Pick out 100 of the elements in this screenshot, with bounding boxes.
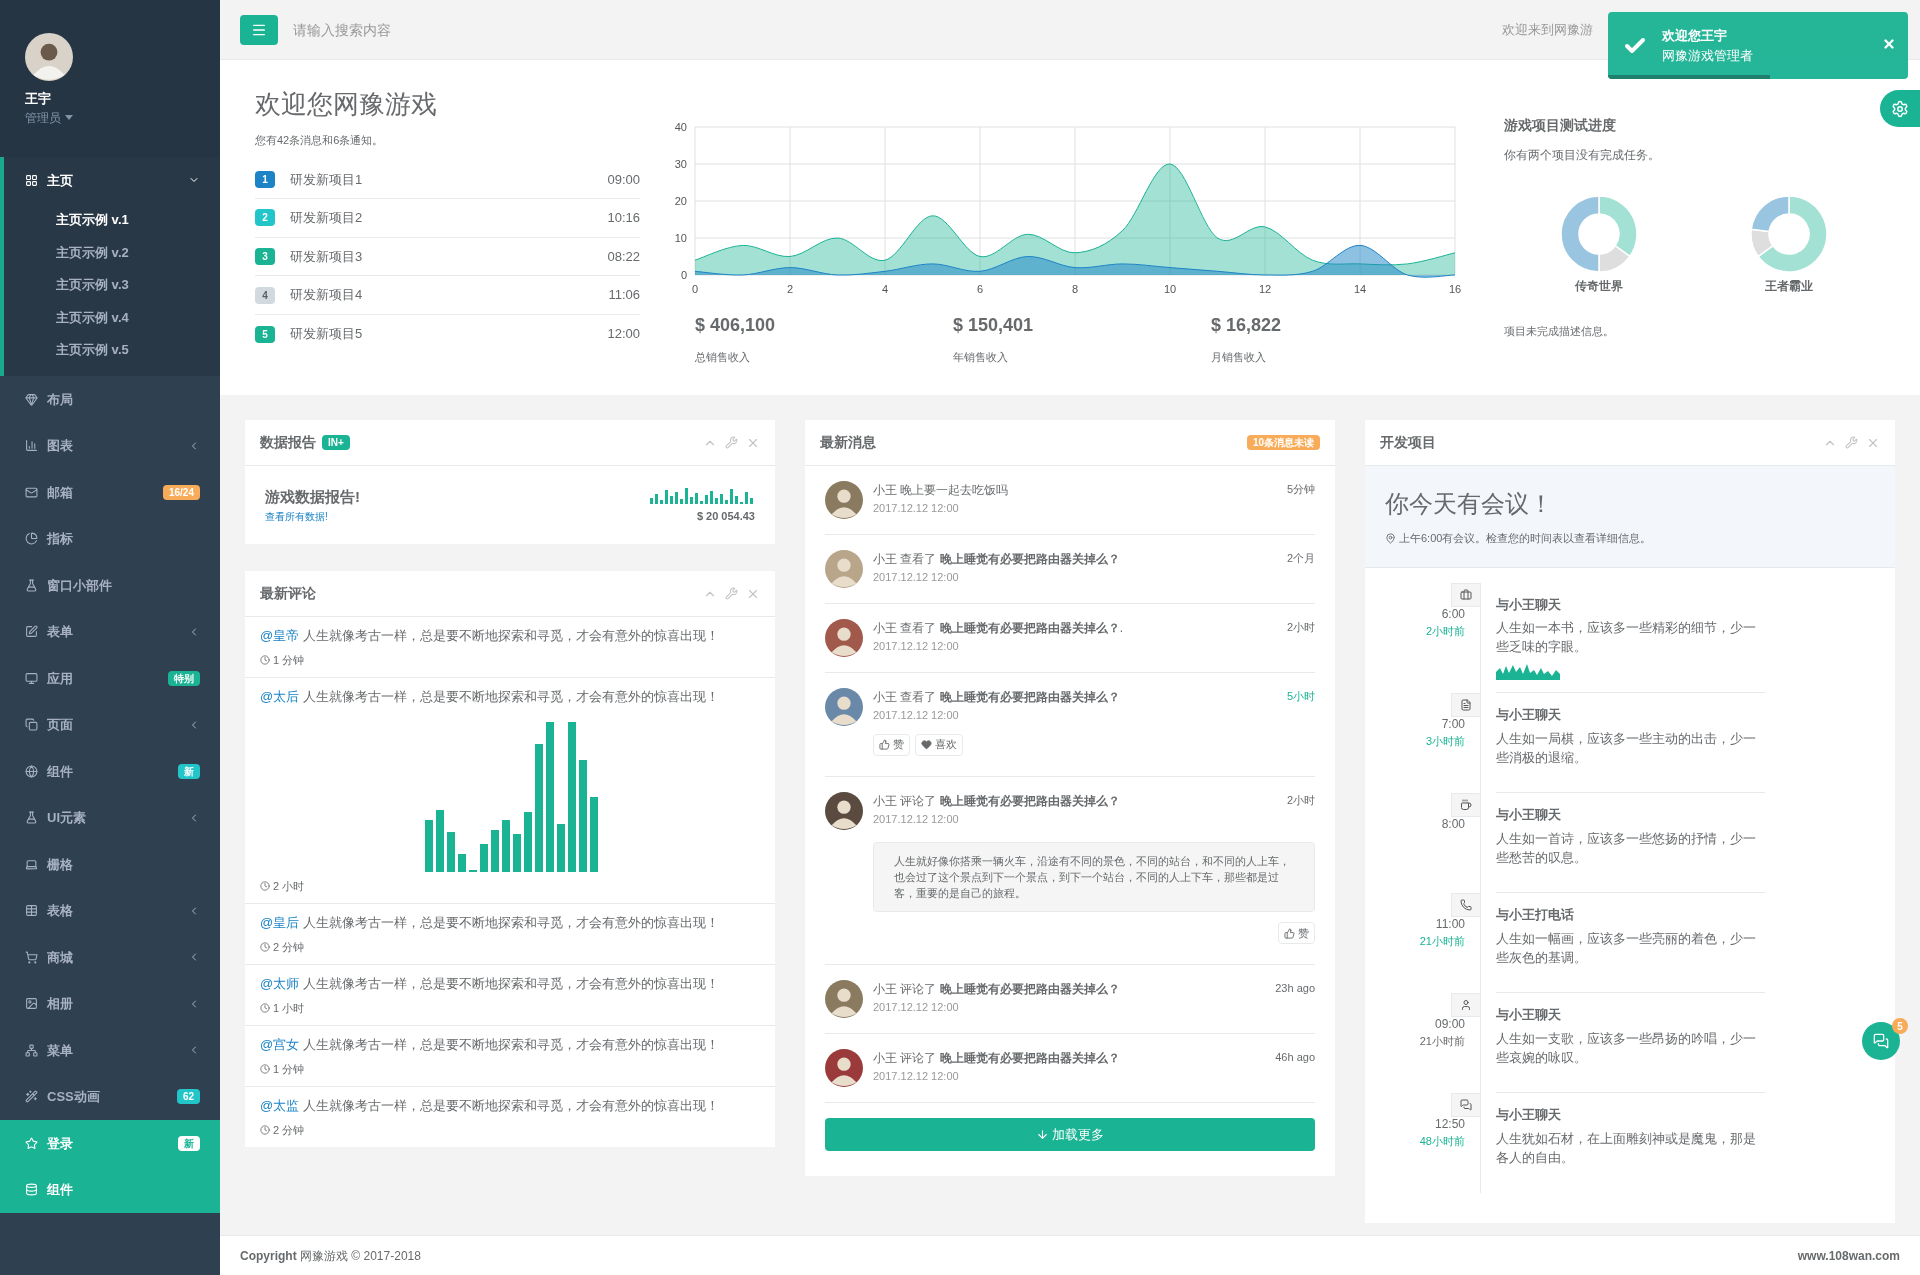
comment-text: @皇后 人生就像考古一样，总是要不断地探索和寻觅，才会有意外的惊喜出现！	[260, 914, 720, 932]
axis-label: 0	[680, 269, 687, 281]
clock-icon	[260, 1124, 270, 1135]
nav-item[interactable]: 指标	[0, 515, 220, 562]
stat-value: $ 150,401	[953, 314, 1035, 337]
avatar	[825, 688, 863, 726]
nav-item[interactable]: 组件	[0, 1166, 220, 1213]
nav-item[interactable]: 组件 新	[0, 748, 220, 795]
nav-badge: 特别	[168, 670, 200, 686]
nav-item[interactable]: 图表	[0, 422, 220, 469]
axis-label: 14	[1353, 283, 1367, 295]
number-badge: 2	[255, 209, 275, 227]
thumbs-up-icon	[1284, 927, 1295, 939]
message-date: 2017.12.12 12:00	[873, 570, 960, 585]
settings-icon	[1891, 99, 1909, 118]
mail-icon	[25, 485, 38, 499]
mention-link[interactable]: @皇后	[260, 915, 300, 930]
clock-icon	[260, 654, 270, 665]
project-name[interactable]: 研发新项目1	[290, 169, 363, 190]
mention-link[interactable]: @宫女	[260, 1037, 300, 1052]
profile-role[interactable]: 管理员	[25, 108, 61, 127]
axis-label: 10	[1163, 283, 1177, 295]
message-quote: 人生就好像你搭乘一辆火车，沿途有不同的景色，不同的站台，和不同的人上车，也会过了这个景点到下一个景点，到下一个站台，不同的人上下车，那些都是过客，重要的是自己的旅程。	[873, 842, 1315, 912]
nav-subitem[interactable]: 主页示例 v.5	[4, 333, 220, 366]
search-field[interactable]: 请输入搜索内容	[293, 14, 593, 45]
table-icon	[25, 904, 38, 918]
settings-button[interactable]	[1880, 90, 1920, 127]
event-time: 09:00	[1434, 1016, 1465, 1033]
project-name[interactable]: 研发新项目4	[290, 285, 363, 305]
load-more-button[interactable]: 加载更多	[825, 1118, 1315, 1151]
axis-label: 6	[976, 283, 984, 295]
caret-icon[interactable]	[65, 115, 73, 120]
mention-link[interactable]: @皇帝	[260, 628, 300, 643]
project-name[interactable]: 研发新项目5	[290, 324, 363, 344]
progress-title: 游戏项目测试进度	[1504, 116, 1617, 135]
mention-link[interactable]: @太师	[260, 976, 300, 991]
project-name[interactable]: 研发新项目3	[290, 246, 363, 267]
event-title: 与小王聊天	[1496, 1106, 1562, 1124]
message-date: 2017.12.12 12:00	[873, 1069, 960, 1084]
nav-item[interactable]: 登录 新	[0, 1120, 220, 1167]
nav-subitem[interactable]: 主页示例 v.4	[4, 301, 220, 334]
nav-item[interactable]: 表单	[0, 608, 220, 655]
nav-subitem[interactable]: 主页示例 v.1	[4, 203, 220, 236]
nav-item[interactable]: 菜单	[0, 1027, 220, 1074]
progress-note: 项目未完成描述信息。	[1504, 324, 1615, 339]
comment-time: 1 分钟	[273, 652, 305, 668]
nav-subitem[interactable]: 主页示例 v.2	[4, 236, 220, 269]
nav-item[interactable]: 相册	[0, 980, 220, 1027]
axis-label: 20	[674, 195, 687, 207]
bar-chart-icon	[25, 439, 38, 453]
avatar	[825, 619, 863, 657]
message-age: 2小时	[1286, 620, 1315, 635]
close-icon[interactable]	[1882, 37, 1896, 51]
comment-time: 1 分钟	[273, 1061, 305, 1077]
wrench-icon[interactable]	[725, 586, 738, 600]
chat-icon	[1873, 1033, 1889, 1049]
event-title: 与小王聊天	[1496, 1006, 1562, 1024]
mention-link[interactable]: @太后	[260, 689, 300, 704]
nav-item[interactable]: 布局	[0, 376, 220, 423]
nav-item[interactable]: 应用 特别	[0, 655, 220, 702]
nav-item[interactable]: 窗口小部件	[0, 562, 220, 609]
flask-icon	[25, 578, 38, 592]
nav-item[interactable]: 页面	[0, 701, 220, 748]
toast-title: 欢迎您王宇	[1662, 27, 1728, 45]
axis-label: 40	[674, 121, 687, 133]
unread-badge: 10条消息未读	[1246, 435, 1320, 450]
axis-label: 10	[674, 232, 687, 244]
menu-button[interactable]	[240, 14, 278, 45]
comment-time: 2 小时	[273, 878, 305, 894]
love-button[interactable]: 喜欢	[915, 733, 963, 756]
nav-item[interactable]: 商城	[0, 934, 220, 981]
mention-link[interactable]: @太监	[260, 1098, 300, 1113]
number-badge: 1	[255, 170, 275, 188]
alert-title: 你今天有会议！	[1385, 489, 1554, 519]
nav-item[interactable]: CSS动画 62	[0, 1073, 220, 1120]
nav-subitem[interactable]: 主页示例 v.3	[4, 268, 220, 301]
nav-item[interactable]: UI元素	[0, 794, 220, 841]
bar	[458, 853, 466, 872]
report-amount: $ 20 054.43	[696, 508, 755, 524]
nav-item[interactable]: 表格	[0, 887, 220, 934]
wrench-icon[interactable]	[725, 435, 738, 449]
avatar	[825, 1049, 863, 1087]
clock-icon	[260, 941, 270, 952]
wrench-icon[interactable]	[1845, 435, 1858, 449]
bar	[447, 831, 455, 872]
report-link[interactable]: 查看所有数据!	[265, 508, 360, 524]
project-name[interactable]: 研发新项目2	[290, 208, 363, 228]
avatar	[825, 550, 863, 588]
message-age: 2个月	[1286, 551, 1315, 566]
grid-icon	[25, 173, 38, 187]
like-button[interactable]: 赞	[1278, 922, 1315, 944]
nav-item[interactable]: 栅格	[0, 841, 220, 888]
nav-badge: 62	[176, 1089, 200, 1105]
map-pin-icon	[1385, 532, 1396, 544]
welcome-message: 欢迎来到网豫游	[1502, 20, 1593, 39]
event-title: 与小王聊天	[1496, 595, 1562, 614]
nav-item[interactable]: 邮箱 16/24	[0, 469, 220, 516]
panel-title: 最新评论	[260, 584, 316, 603]
like-button[interactable]: 赞	[873, 733, 910, 756]
toast-text: 网豫游戏管理者	[1662, 46, 1753, 65]
